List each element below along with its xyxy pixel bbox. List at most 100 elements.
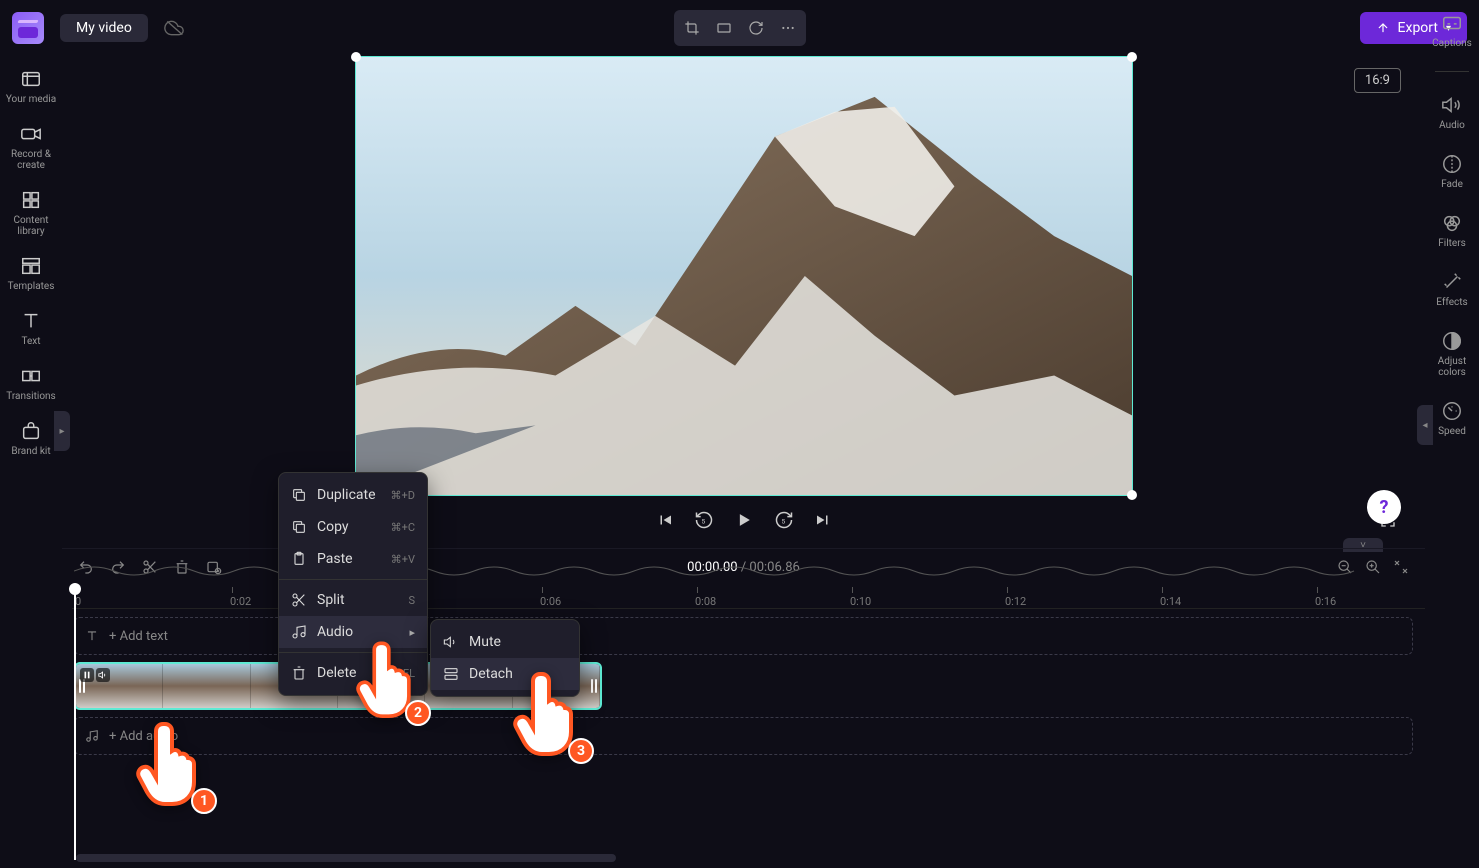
ruler-tick: 0:16 — [1315, 595, 1336, 608]
sidebar-item-text[interactable]: Text — [2, 310, 60, 347]
ctx-label: Duplicate — [317, 487, 376, 503]
ruler-tick: 0:08 — [695, 595, 716, 608]
player-controls: 5 5 — [62, 510, 1425, 530]
crop-icon[interactable] — [678, 14, 706, 42]
sidebar-label: Content library — [2, 215, 60, 237]
sidebar-item-audio[interactable]: Audio — [1439, 94, 1465, 131]
scrollbar-thumb[interactable] — [76, 854, 616, 862]
ruler-tick: 0:12 — [1005, 595, 1026, 608]
sidebar-label: Templates — [8, 281, 55, 292]
transitions-icon — [20, 365, 42, 387]
forward-icon[interactable]: 5 — [774, 510, 794, 530]
ctx-label: Delete — [317, 665, 356, 681]
ctx-paste[interactable]: Paste ⌘+V — [279, 543, 427, 575]
sidebar-label: Filters — [1438, 238, 1466, 249]
skip-start-icon[interactable] — [656, 511, 674, 529]
sidebar-label: Your media — [6, 94, 56, 105]
help-button[interactable]: ? — [1367, 490, 1401, 524]
rotate-icon[interactable] — [742, 14, 770, 42]
effects-icon — [1441, 271, 1463, 293]
sidebar-label: Transitions — [6, 391, 55, 402]
delete-icon — [291, 665, 307, 681]
more-icon[interactable] — [774, 14, 802, 42]
detach-icon — [443, 666, 459, 682]
ctx-label: Paste — [317, 551, 353, 567]
tracks: + Add text + Add audio — [62, 609, 1425, 763]
sidebar-item-filters[interactable]: Filters — [1438, 212, 1466, 249]
fit-timeline-icon[interactable] — [1393, 559, 1409, 575]
clip-trim-right[interactable] — [590, 664, 598, 708]
ctx-shortcut: S — [408, 594, 415, 607]
audio-track[interactable]: + Add audio — [74, 717, 1413, 755]
canvas-area: 16:9 5 5 ˅ — [62, 56, 1425, 546]
divider — [279, 579, 427, 580]
divider — [1435, 71, 1469, 72]
sidebar-item-templates[interactable]: Templates — [2, 255, 60, 292]
audio-menu-icon — [291, 624, 307, 640]
sidebar-item-adjust-colors[interactable]: Adjust colors — [1425, 330, 1479, 378]
fit-icon[interactable] — [710, 14, 738, 42]
svg-text:5: 5 — [701, 517, 705, 525]
add-text-label: + Add text — [109, 629, 168, 644]
sidebar-label: Captions — [1432, 38, 1472, 49]
project-name-field[interactable]: My video — [60, 14, 148, 42]
video-preview[interactable] — [355, 56, 1133, 496]
ctx-shortcut: ⌘+D — [391, 489, 415, 502]
svg-text:5: 5 — [781, 517, 785, 525]
sidebar-item-captions[interactable]: Captions — [1432, 12, 1472, 49]
resize-handle-tl[interactable] — [351, 52, 361, 62]
video-track[interactable] — [74, 661, 1413, 711]
fade-icon — [1441, 153, 1463, 175]
rewind-icon[interactable]: 5 — [694, 510, 714, 530]
sidebar-item-speed[interactable]: Speed — [1438, 400, 1466, 437]
templates-icon — [20, 255, 42, 277]
copy-icon — [291, 519, 307, 535]
ctx-label: Audio — [317, 624, 353, 640]
duplicate-icon — [291, 487, 307, 503]
media-icon — [20, 68, 42, 90]
sidebar-label: Adjust colors — [1425, 356, 1479, 378]
aspect-ratio-badge[interactable]: 16:9 — [1354, 68, 1401, 93]
ruler-tick: 0:14 — [1160, 595, 1181, 608]
ctx-mute[interactable]: Mute — [431, 626, 579, 658]
resize-handle-br[interactable] — [1127, 490, 1137, 500]
ctx-duplicate[interactable]: Duplicate ⌘+D — [279, 479, 427, 511]
ctx-shortcut: ⌘+V — [391, 553, 415, 566]
ctx-copy[interactable]: Copy ⌘+C — [279, 511, 427, 543]
sidebar-item-your-media[interactable]: Your media — [2, 68, 60, 105]
sidebar-item-transitions[interactable]: Transitions — [2, 365, 60, 402]
timeline-scrollbar[interactable] — [76, 854, 1411, 862]
ctx-label: Detach — [469, 666, 513, 682]
brandkit-icon — [20, 420, 42, 442]
sidebar-label: Effects — [1436, 297, 1467, 308]
sidebar-label: Record & create — [2, 149, 60, 171]
sidebar-item-effects[interactable]: Effects — [1436, 271, 1467, 308]
speed-icon — [1441, 400, 1463, 422]
app-logo[interactable] — [12, 12, 44, 44]
upload-icon — [1376, 21, 1390, 35]
filters-icon — [1441, 212, 1463, 234]
ctx-label: Copy — [317, 519, 349, 535]
ruler-tick: 0:02 — [230, 595, 251, 608]
annotation-hand-3: 3 — [512, 666, 582, 756]
resize-handle-tr[interactable] — [1127, 52, 1137, 62]
playhead[interactable] — [74, 585, 76, 860]
skip-end-icon[interactable] — [814, 511, 832, 529]
ctx-split[interactable]: Split S — [279, 584, 427, 616]
sidebar-item-brand-kit[interactable]: Brand kit — [2, 420, 60, 457]
cloud-sync-icon[interactable] — [164, 18, 184, 38]
ruler-tick: 0:10 — [850, 595, 871, 608]
text-track[interactable]: + Add text — [74, 617, 1413, 655]
sidebar-item-record[interactable]: Record & create — [2, 123, 60, 171]
sidebar-item-content-library[interactable]: Content library — [2, 189, 60, 237]
play-icon[interactable] — [734, 510, 754, 530]
top-bar: My video Export ▾ — [0, 0, 1479, 56]
text-icon — [20, 310, 42, 332]
music-icon — [85, 729, 99, 743]
sidebar-label: Brand kit — [11, 446, 50, 457]
sidebar-label: Speed — [1438, 426, 1466, 437]
timeline-ruler[interactable]: 0 0:02 0:04 0:06 0:08 0:10 0:12 0:14 0:1… — [72, 585, 1425, 609]
sidebar-label: Fade — [1441, 179, 1463, 190]
sidebar-item-fade[interactable]: Fade — [1441, 153, 1463, 190]
clip-drag-icon — [80, 668, 94, 682]
